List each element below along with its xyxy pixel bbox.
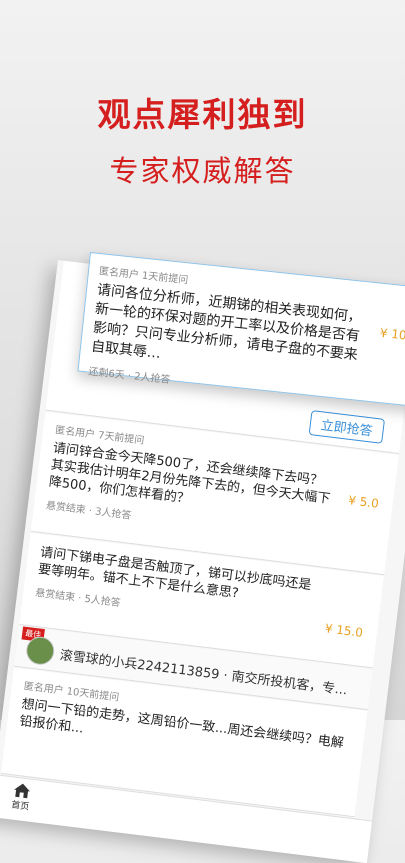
tab-home-label: 首页 [10, 800, 30, 813]
home-icon [14, 783, 31, 799]
tab-home[interactable]: 首页 [11, 782, 32, 813]
hero-title: 观点犀利独到 [97, 95, 308, 134]
hero-subtitle: 专家权威解答 [109, 154, 296, 188]
grab-answer-button[interactable]: 立即抢答 [308, 410, 386, 444]
avatar [24, 635, 56, 667]
featured-question-card[interactable]: 匿名用户 1天前提问 ¥ 10.0 请问各位分析师，近期锑的相关表现如何，新一轮… [77, 252, 405, 408]
